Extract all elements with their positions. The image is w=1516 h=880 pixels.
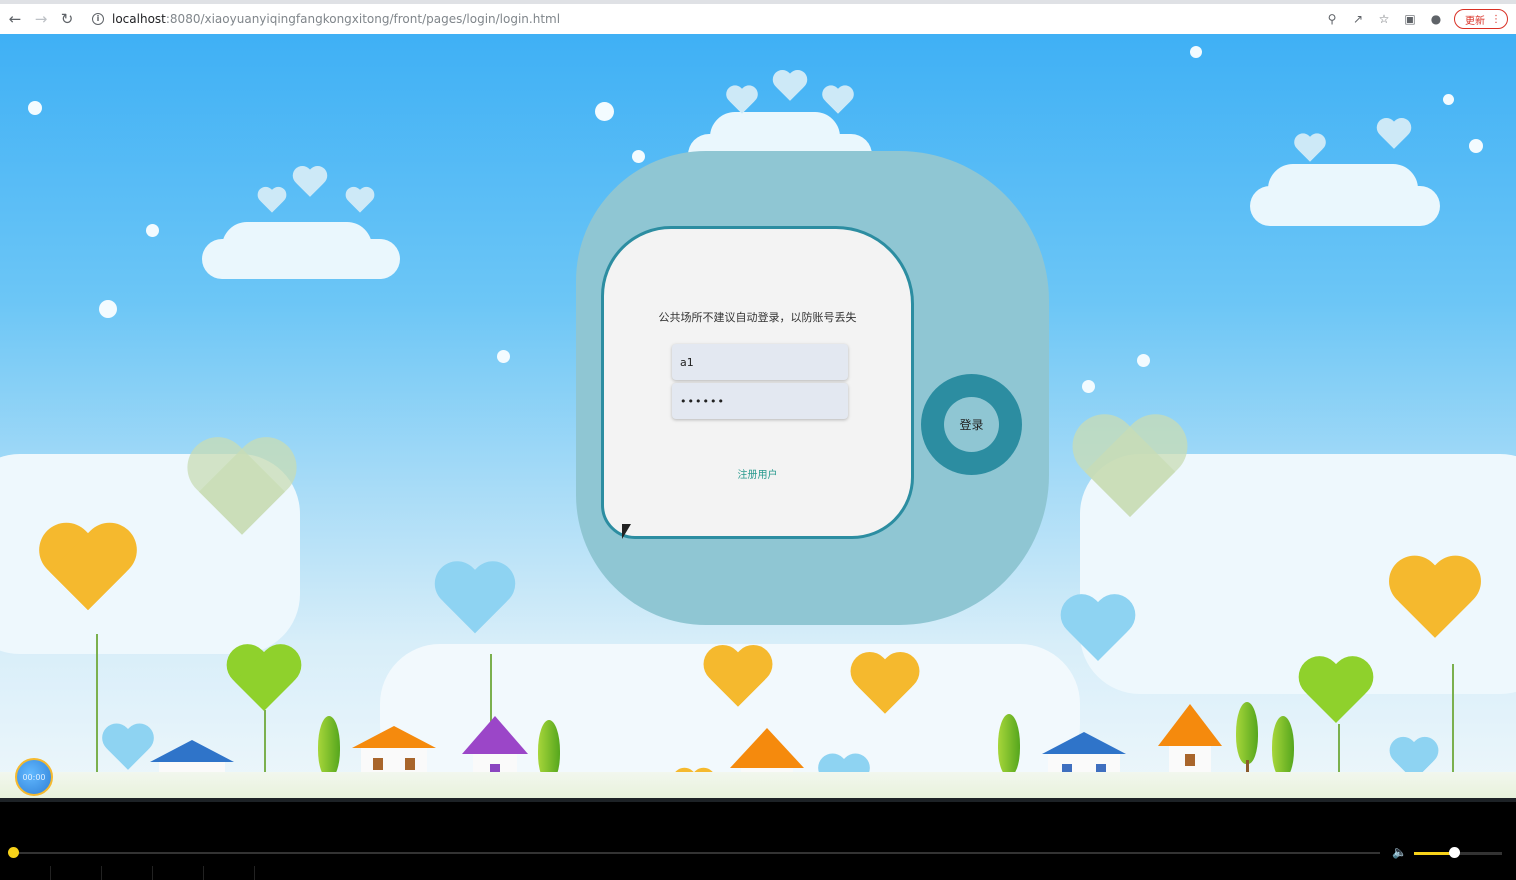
snow-dot: [632, 150, 645, 163]
heart-balloon: [849, 654, 921, 719]
player-tab[interactable]: [51, 866, 102, 880]
update-label: 更新: [1465, 15, 1485, 27]
password-input[interactable]: [672, 383, 848, 419]
music-badge[interactable]: 00:00: [15, 758, 53, 796]
heart-balloon: [702, 647, 774, 712]
progress-track[interactable]: [13, 852, 1380, 854]
heart-decoration: [772, 71, 808, 103]
update-button[interactable]: 更新 ⋮: [1454, 9, 1508, 29]
media-player-bar: 🔈: [0, 798, 1516, 880]
info-icon[interactable]: i: [92, 13, 104, 25]
heart-balloon: [433, 563, 517, 639]
snow-dot: [497, 350, 510, 363]
tree-decoration: [318, 716, 340, 792]
snow-dot: [146, 224, 159, 237]
snow-dot: [99, 300, 117, 318]
heart-balloon: [1070, 417, 1190, 525]
mouse-cursor-icon: [622, 524, 631, 539]
side-panel-icon[interactable]: ▣: [1402, 11, 1418, 27]
browser-toolbar: ← → ↻ i localhost:8080/xiaoyuanyiqingfan…: [0, 0, 1516, 34]
heart-decoration: [1376, 119, 1412, 151]
username-input[interactable]: [672, 344, 848, 380]
snow-dot: [1137, 354, 1150, 367]
heart-decoration: [345, 188, 375, 215]
progress-handle[interactable]: [8, 847, 19, 858]
auto-login-tip: 公共场所不建议自动登录，以防账号丢失: [658, 311, 857, 324]
cloud-decoration: [1268, 164, 1418, 214]
heart-decoration: [292, 167, 328, 199]
tree-decoration: [998, 714, 1020, 790]
snow-dot: [595, 102, 614, 121]
player-tab[interactable]: [204, 866, 255, 880]
tree-decoration: [1272, 716, 1294, 792]
snow-dot: [1190, 46, 1202, 58]
url-path: :8080/xiaoyuanyiqingfangkongxitong/front…: [165, 12, 561, 26]
heart-balloon: [37, 525, 139, 617]
volume-fill: [1414, 852, 1454, 855]
heart-balloon: [1387, 558, 1483, 644]
profile-icon[interactable]: ●: [1428, 11, 1444, 27]
url-host: localhost: [112, 12, 166, 26]
reload-icon[interactable]: ↻: [56, 8, 78, 30]
player-tab[interactable]: [153, 866, 204, 880]
snow-dot: [28, 101, 42, 115]
back-arrow-icon[interactable]: ←: [4, 8, 26, 30]
share-icon[interactable]: ↗: [1350, 11, 1366, 27]
snow-dot: [1469, 139, 1483, 153]
heart-balloon: [1297, 658, 1375, 728]
heart-balloon: [185, 440, 299, 543]
player-tab[interactable]: [0, 866, 51, 880]
login-button[interactable]: 登录: [944, 397, 999, 452]
snow-dot: [1443, 94, 1454, 105]
forward-arrow-icon[interactable]: →: [30, 8, 52, 30]
heart-decoration: [257, 188, 287, 215]
heart-balloon: [225, 646, 303, 716]
volume-handle[interactable]: [1449, 847, 1460, 858]
star-icon[interactable]: ☆: [1376, 11, 1392, 27]
more-icon: ⋮: [1491, 13, 1501, 25]
heart-decoration: [726, 86, 759, 116]
snow-dot: [1082, 380, 1095, 393]
register-link[interactable]: 注册用户: [604, 466, 911, 481]
player-tab-strip: [0, 866, 260, 880]
login-form: 公共场所不建议自动登录，以防账号丢失 注册用户: [601, 226, 914, 539]
heart-balloon: [101, 725, 155, 774]
heart-balloon: [1059, 596, 1137, 666]
browser-actions: ⚲ ↗ ☆ ▣ ● 更新 ⋮: [1324, 9, 1508, 29]
tree-decoration: [1236, 702, 1258, 778]
login-button-ring: 登录: [921, 374, 1022, 475]
player-tab[interactable]: [102, 866, 153, 880]
heart-decoration: [822, 86, 855, 116]
music-badge-label: 00:00: [22, 772, 46, 782]
cloud-decoration: [222, 222, 372, 272]
ground: [0, 772, 1516, 798]
volume-icon[interactable]: 🔈: [1392, 845, 1408, 859]
heart-decoration: [1294, 134, 1327, 164]
address-bar[interactable]: i localhost:8080/xiaoyuanyiqingfangkongx…: [92, 12, 560, 26]
key-icon[interactable]: ⚲: [1324, 11, 1340, 27]
